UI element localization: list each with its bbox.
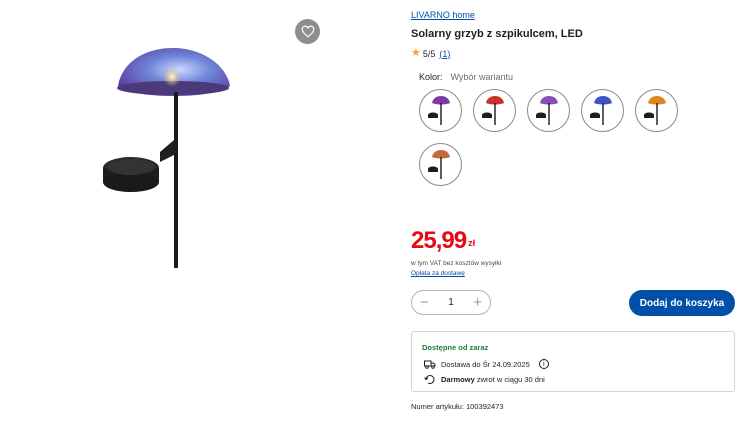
price-amount: 25,99 <box>411 227 467 254</box>
availability-box: Dostępne od zaraz Dostawa do Śr 24.09.20… <box>411 331 735 392</box>
color-label: Kolor: <box>419 72 443 82</box>
info-icon[interactable]: i <box>538 359 549 369</box>
rating-score: 5/5 <box>422 48 436 59</box>
variant-swatch-2[interactable] <box>473 89 516 132</box>
increase-quantity-button[interactable]: + <box>473 295 482 310</box>
product-info: LIVARNO home Solarny grzyb z szpikulcem,… <box>411 0 741 421</box>
variant-swatch-5[interactable] <box>635 89 678 132</box>
product-photo[interactable] <box>100 40 240 270</box>
variant-amber-thumbnail <box>644 96 666 125</box>
decrease-quantity-button[interactable]: − <box>420 295 429 310</box>
wishlist-button[interactable] <box>295 19 320 44</box>
product-gallery <box>0 0 400 421</box>
rating: ★ 5/5 (1) <box>411 48 450 59</box>
variant-purple-thumbnail <box>428 96 450 125</box>
shipping-cost-link[interactable]: Opłata za dostawę <box>411 270 465 277</box>
heart-icon <box>301 25 314 38</box>
delivery-line: Dostawa do Śr 24.09.2025 i <box>424 359 549 369</box>
variant-red-dots-thumbnail <box>482 96 504 125</box>
price-currency: zł <box>468 238 476 248</box>
delivery-date: Dostawa do Śr 24.09.2025 <box>441 359 530 369</box>
returns-text: zwrot w ciągu 30 dni <box>476 375 545 384</box>
delivery-truck-icon <box>424 360 436 369</box>
add-to-cart-button[interactable]: Dodaj do koszyka <box>629 290 735 316</box>
color-selector-label: Kolor: Wybór wariantu <box>419 72 513 82</box>
variant-copper-thumbnail <box>428 150 450 179</box>
variant-lilac-thumbnail <box>536 96 558 125</box>
article-number: Numer artykułu: 100392473 <box>411 402 504 411</box>
color-value: Wybór wariantu <box>450 72 513 82</box>
rating-count-link[interactable]: (1) <box>439 49 450 59</box>
variant-swatch-1[interactable] <box>419 89 462 132</box>
variant-swatch-4[interactable] <box>581 89 624 132</box>
variant-blue-thumbnail <box>590 96 612 125</box>
variant-swatch-6[interactable] <box>419 143 462 186</box>
product-title: Solarny grzyb z szpikulcem, LED <box>411 28 583 40</box>
quantity-stepper: − 1 + <box>411 290 491 315</box>
availability-title: Dostępne od zaraz <box>422 343 489 352</box>
quantity-value[interactable]: 1 <box>448 297 454 308</box>
price: 25,99 zł <box>411 229 475 253</box>
star-icon: ★ <box>411 47 421 59</box>
returns-free: Darmowy <box>441 375 475 384</box>
vat-note: w tym VAT bez kosztów wysyłki <box>411 260 502 267</box>
brand-link[interactable]: LIVARNO home <box>411 10 475 20</box>
variant-swatch-3[interactable] <box>527 89 570 132</box>
return-icon <box>424 375 435 384</box>
returns-line: Darmowy zwrot w ciągu 30 dni <box>424 374 545 385</box>
